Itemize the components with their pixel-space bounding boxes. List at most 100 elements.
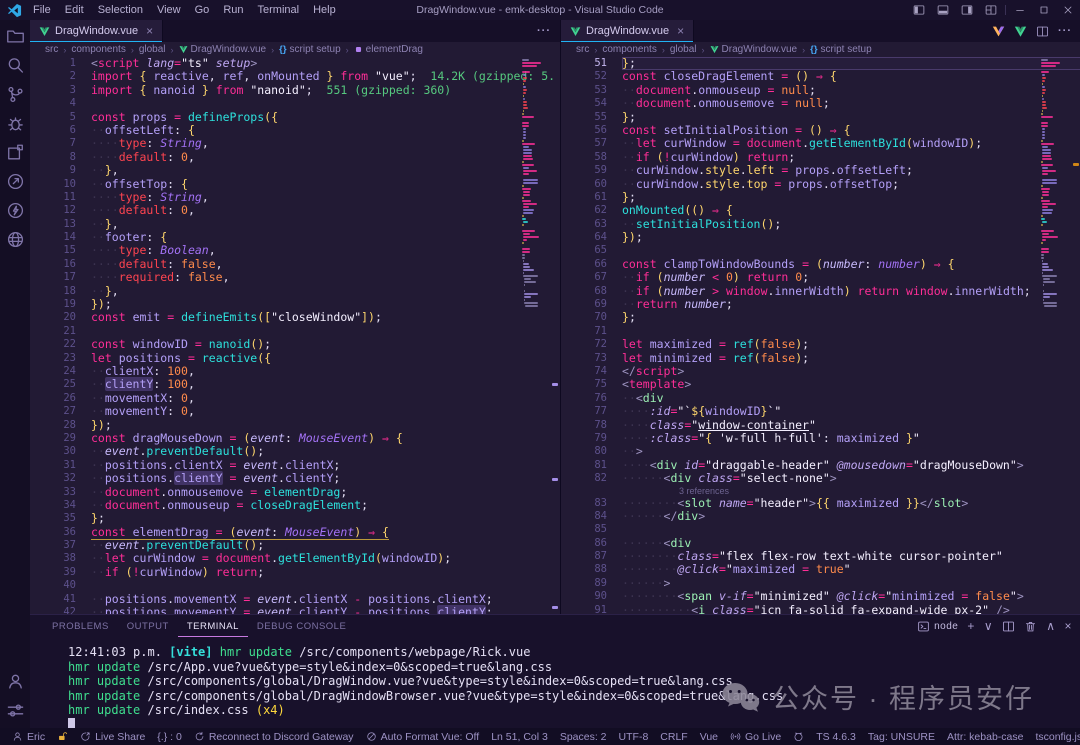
- more-actions-icon[interactable]: ···: [1058, 25, 1072, 37]
- code-line[interactable]: 6··offsetLeft: {: [30, 124, 560, 137]
- code-line[interactable]: 65: [561, 244, 1080, 257]
- status-tsconfig[interactable]: tsconfig.json: [1029, 728, 1080, 745]
- sidebar-item-search[interactable]: [6, 56, 25, 75]
- panel-tab-terminal[interactable]: TERMINAL: [178, 615, 248, 637]
- code-line[interactable]: 66const clampToWindowBounds = (number: n…: [561, 258, 1080, 271]
- code-line[interactable]: 40: [30, 579, 560, 592]
- code-line[interactable]: 72let maximized = ref(false);: [561, 338, 1080, 351]
- settings-button[interactable]: [6, 701, 25, 720]
- toggle-primary-sidebar-button[interactable]: [907, 0, 931, 20]
- more-actions-icon[interactable]: ···: [537, 25, 551, 37]
- panel-tab-problems[interactable]: PROBLEMS: [43, 615, 118, 637]
- status-cursor-position[interactable]: Ln 51, Col 3: [485, 728, 554, 745]
- status-encoding[interactable]: UTF-8: [613, 728, 655, 745]
- code-line[interactable]: 61};: [561, 191, 1080, 204]
- code-line[interactable]: 77····:id="`${windowID}`": [561, 405, 1080, 418]
- code-line[interactable]: 35};: [30, 512, 560, 525]
- code-line[interactable]: 5const props = defineProps({: [30, 111, 560, 124]
- status-indentation[interactable]: Spaces: 2: [554, 728, 613, 745]
- close-panel-icon[interactable]: ×: [1064, 619, 1072, 633]
- code-line[interactable]: 82······<div class="select-none">: [561, 472, 1080, 485]
- editor-content[interactable]: 1<script lang="ts" setup>2import { react…: [30, 57, 560, 614]
- code-line[interactable]: 73let minimized = ref(false);: [561, 352, 1080, 365]
- customize-layout-button[interactable]: [979, 0, 1003, 20]
- sidebar-item-source-control[interactable]: [6, 85, 25, 104]
- maximize-panel-icon[interactable]: ∧: [1046, 619, 1055, 633]
- code-line[interactable]: 27··movementY: 0,: [30, 405, 560, 418]
- code-line[interactable]: 21: [30, 325, 560, 338]
- code-line[interactable]: 2import { reactive, ref, onMounted } fro…: [30, 70, 560, 83]
- panel-tab-output[interactable]: OUTPUT: [118, 615, 178, 637]
- status-typescript-version[interactable]: TS 4.6.3: [810, 728, 862, 745]
- breadcrumb-item-src[interactable]: src: [576, 44, 589, 55]
- code-line[interactable]: 19});: [30, 298, 560, 311]
- maximize-button[interactable]: [1032, 0, 1056, 20]
- code-line[interactable]: 22const windowID = nanoid();: [30, 338, 560, 351]
- breadcrumb-item-dragwindow-vue[interactable]: DragWindow.vue: [179, 44, 267, 55]
- status-language-mode[interactable]: Vue: [694, 728, 724, 745]
- minimap[interactable]: [522, 59, 548, 308]
- status-account-eric[interactable]: Eric: [6, 728, 51, 745]
- sidebar-item-run-debug[interactable]: [6, 114, 25, 133]
- tab-close-icon[interactable]: ×: [677, 25, 684, 37]
- code-line[interactable]: 25··clientY: 100,: [30, 378, 560, 391]
- code-line[interactable]: 42··positions.movementY = event.clientY …: [30, 606, 560, 614]
- code-line[interactable]: 86······<div: [561, 537, 1080, 550]
- code-line[interactable]: 57··let curWindow = document.getElementB…: [561, 137, 1080, 150]
- code-line[interactable]: 68··if (number > window.innerWidth) retu…: [561, 285, 1080, 298]
- code-line[interactable]: 78····class="window-container": [561, 419, 1080, 432]
- code-line[interactable]: 18··},: [30, 285, 560, 298]
- breadcrumb-item-script-setup[interactable]: {}script setup: [810, 44, 872, 55]
- code-line[interactable]: 4: [30, 97, 560, 110]
- status-discord-reconnect[interactable]: Reconnect to Discord Gateway: [188, 728, 360, 745]
- toggle-panel-button[interactable]: [931, 0, 955, 20]
- sidebar-item-extensions[interactable]: [6, 143, 25, 162]
- code-line[interactable]: 62onMounted(() ⇒ {: [561, 204, 1080, 217]
- code-line[interactable]: 16····default: false,: [30, 258, 560, 271]
- code-line[interactable]: 63··setInitialPosition();: [561, 218, 1080, 231]
- code-line[interactable]: 81····<div id="draggable-header" @moused…: [561, 459, 1080, 472]
- toggle-secondary-sidebar-button[interactable]: [955, 0, 979, 20]
- code-line[interactable]: 70};: [561, 311, 1080, 324]
- code-line[interactable]: 84······</div>: [561, 510, 1080, 523]
- tab-close-icon[interactable]: ×: [146, 25, 153, 37]
- panel-tab-debug-console[interactable]: DEBUG CONSOLE: [248, 615, 355, 637]
- status-github[interactable]: [787, 728, 810, 745]
- code-line[interactable]: 90········<span v-if="minimized" @click=…: [561, 590, 1080, 603]
- code-line[interactable]: 37··event.preventDefault();: [30, 539, 560, 552]
- status-error-count[interactable]: {.} : 0: [151, 728, 188, 745]
- status-go-live[interactable]: Go Live: [724, 728, 787, 745]
- code-line[interactable]: 29const dragMouseDown = (event: MouseEve…: [30, 432, 560, 445]
- menu-file[interactable]: File: [26, 4, 58, 16]
- accounts-button[interactable]: [6, 672, 25, 691]
- code-line[interactable]: 55};: [561, 111, 1080, 124]
- minimize-button[interactable]: [1008, 0, 1032, 20]
- volar-action-icon[interactable]: [992, 25, 1005, 38]
- code-line[interactable]: 51};: [561, 57, 1080, 70]
- sidebar-item-live-share[interactable]: [6, 172, 25, 191]
- terminal-list[interactable]: node: [917, 620, 958, 633]
- status-live-share[interactable]: Live Share: [74, 728, 151, 745]
- breadcrumb-item-src[interactable]: src: [45, 44, 58, 55]
- code-line[interactable]: 87········class="flex flex-row text-whit…: [561, 550, 1080, 563]
- breadcrumb-item-components[interactable]: components: [602, 44, 656, 55]
- code-line[interactable]: 9··},: [30, 164, 560, 177]
- code-line[interactable]: 23let positions = reactive({: [30, 352, 560, 365]
- code-line[interactable]: 76··<div: [561, 392, 1080, 405]
- sidebar-item-explorer[interactable]: [6, 27, 25, 46]
- status-tag-case[interactable]: Tag: UNSURE: [862, 728, 941, 745]
- breadcrumb-item-elementdrag[interactable]: elementDrag: [354, 44, 423, 55]
- code-line[interactable]: 39··if (!curWindow) return;: [30, 566, 560, 579]
- menu-edit[interactable]: Edit: [58, 4, 91, 16]
- split-action-icon[interactable]: [1036, 25, 1049, 38]
- code-line[interactable]: 32··positions.clientY = event.clientY;: [30, 472, 560, 485]
- code-line[interactable]: 58··if (!curWindow) return;: [561, 151, 1080, 164]
- code-line[interactable]: 38··let curWindow = document.getElementB…: [30, 552, 560, 565]
- menu-selection[interactable]: Selection: [91, 4, 150, 16]
- code-line[interactable]: 74</script>: [561, 365, 1080, 378]
- status-eol[interactable]: CRLF: [654, 728, 693, 745]
- sidebar-item-globe-extension[interactable]: [6, 230, 25, 249]
- code-line[interactable]: 52const closeDragElement = () ⇒ {: [561, 70, 1080, 83]
- menu-run[interactable]: Run: [216, 4, 250, 16]
- minimap[interactable]: [1041, 59, 1067, 308]
